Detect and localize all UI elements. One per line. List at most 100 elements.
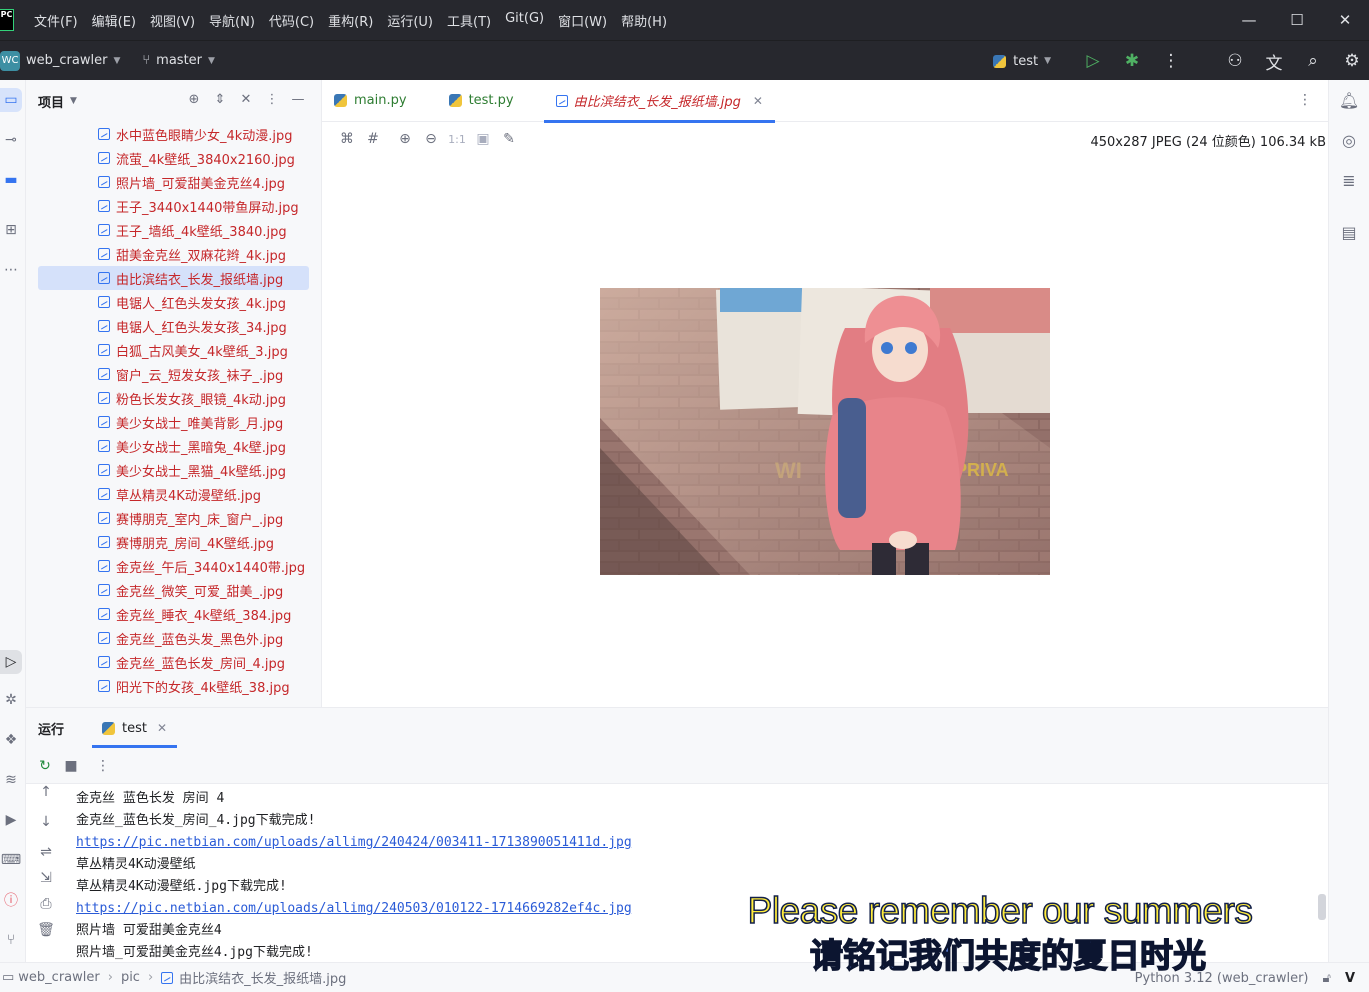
translate-icon[interactable]: 文	[1257, 44, 1291, 78]
menu-navigate[interactable]: 导航(N)	[209, 11, 255, 30]
zoom-in-icon[interactable]: ⊕	[392, 131, 418, 147]
chevron-down-icon[interactable]: ▼	[113, 56, 120, 66]
file-item[interactable]: 电锯人_红色头发女孩_34.jpg	[26, 314, 316, 338]
print-icon[interactable]: ⎙	[26, 896, 66, 922]
vcs-icon[interactable]: V	[1345, 971, 1355, 986]
project-selector[interactable]: web_crawler	[26, 53, 107, 68]
collapse-all-icon[interactable]: ✕	[233, 92, 259, 107]
file-item[interactable]: 赛博朋克_室内_床_窗户_.jpg	[26, 506, 316, 530]
services-icon[interactable]: ▶	[0, 808, 22, 832]
layers-icon[interactable]: ≋	[0, 768, 22, 792]
breadcrumb-folder[interactable]: pic	[121, 970, 140, 985]
expand-all-icon[interactable]: ⇕	[207, 92, 233, 107]
stop-icon[interactable]: ■	[58, 758, 84, 774]
run-icon[interactable]: ▷	[1076, 44, 1110, 78]
interpreter-selector[interactable]: Python 3.12 (web_crawler)	[1135, 971, 1309, 986]
soft-wrap-icon[interactable]: ⇌	[26, 844, 66, 870]
menu-help[interactable]: 帮助(H)	[621, 11, 667, 30]
menu-run[interactable]: 运行(U)	[387, 11, 433, 30]
color-picker-icon[interactable]: ✎	[496, 131, 522, 147]
read-only-lock-icon[interactable]: 🔓︎	[1323, 971, 1331, 986]
actual-size-button[interactable]: 1:1	[444, 133, 470, 146]
database-icon[interactable]: ≣	[1337, 168, 1361, 192]
hide-panel-icon[interactable]: —	[285, 92, 311, 107]
python-packages-icon[interactable]: ❖	[0, 728, 22, 752]
notifications-icon[interactable]: 🔔︎	[1337, 88, 1361, 112]
run-tab-test[interactable]: test ✕	[92, 708, 178, 748]
file-item[interactable]: 流萤_4k壁纸_3840x2160.jpg	[26, 146, 316, 170]
pycharm-logo[interactable]: PC	[0, 9, 14, 31]
file-item[interactable]: 美少女战士_黑猫_4k壁纸.jpg	[26, 458, 316, 482]
file-item[interactable]: 金克丝_午后_3440x1440带.jpg	[26, 554, 316, 578]
menu-refactor[interactable]: 重构(R)	[328, 11, 373, 30]
close-window-icon[interactable]: ✕	[1321, 0, 1369, 40]
run-tool-icon[interactable]: ▷	[0, 650, 22, 674]
file-item[interactable]: 窗户_云_短发女孩_袜子_.jpg	[26, 362, 316, 386]
menu-file[interactable]: 文件(F)	[34, 11, 78, 30]
file-item[interactable]: 金克丝_蓝色长发_房间_4.jpg	[26, 650, 316, 674]
zoom-out-icon[interactable]: ⊖	[418, 131, 444, 147]
menu-view[interactable]: 视图(V)	[150, 11, 195, 30]
breadcrumb-project[interactable]: web_crawler	[18, 970, 99, 985]
file-item[interactable]: 王子_墙纸_4k壁纸_3840.jpg	[26, 218, 316, 242]
close-tab-icon[interactable]: ✕	[753, 94, 763, 108]
clear-all-icon[interactable]: 🗑︎	[26, 922, 66, 948]
fit-zoom-icon[interactable]: ▣	[470, 131, 496, 147]
ai-assistant-icon[interactable]: ◎	[1337, 128, 1361, 152]
more-actions-icon[interactable]: ⋮	[1154, 44, 1188, 78]
run-options-icon[interactable]: ⋮	[90, 758, 116, 774]
rerun-icon[interactable]: ↻	[32, 758, 58, 774]
problems-icon[interactable]: ⓘ	[0, 888, 22, 912]
file-item[interactable]: 阳光下的女孩_4k壁纸_38.jpg	[26, 674, 316, 698]
add-user-icon[interactable]: ⚇	[1218, 44, 1252, 78]
project-folder-icon[interactable]: ▭	[0, 88, 22, 112]
maximize-icon[interactable]: ☐	[1273, 0, 1321, 40]
settings-gear-icon[interactable]: ⚙	[1335, 44, 1369, 78]
scroll-up-icon[interactable]: ↑	[26, 784, 66, 810]
file-item[interactable]: 甜美金克丝_双麻花辫_4k.jpg	[26, 242, 316, 266]
menu-code[interactable]: 代码(C)	[269, 11, 314, 30]
file-item[interactable]: 水中蓝色眼睛少女_4k动漫.jpg	[26, 122, 316, 146]
panel-options-icon[interactable]: ⋮	[259, 92, 285, 107]
breadcrumb-file[interactable]: 由比滨结衣_长发_报纸墙.jpg	[179, 968, 346, 987]
file-item[interactable]: 王子_3440x1440带鱼屏动.jpg	[26, 194, 316, 218]
tab-options-icon[interactable]: ⋮	[1298, 92, 1312, 108]
search-icon[interactable]: ⌕	[1296, 44, 1330, 78]
git-icon[interactable]: ⑂	[0, 928, 22, 952]
menu-edit[interactable]: 编辑(E)	[92, 11, 136, 30]
close-run-tab-icon[interactable]: ✕	[157, 721, 167, 735]
debug-icon[interactable]: ✱	[1115, 44, 1149, 78]
minimize-icon[interactable]: —	[1225, 0, 1273, 40]
grid-icon[interactable]: #	[360, 131, 386, 147]
file-item[interactable]: 草丛精灵4K动漫壁纸.jpg	[26, 482, 316, 506]
console-link[interactable]: https://pic.netbian.com/uploads/allimg/2…	[76, 832, 1306, 854]
fit-window-icon[interactable]: ⌘	[334, 131, 360, 147]
file-item[interactable]: 美少女战士_唯美背影_月.jpg	[26, 410, 316, 434]
debug-tool-icon[interactable]: ✲	[0, 688, 22, 712]
file-item[interactable]: 电锯人_红色头发女孩_4k.jpg	[26, 290, 316, 314]
file-item[interactable]: 赛博朋克_房间_4K壁纸.jpg	[26, 530, 316, 554]
file-item-selected[interactable]: 由比滨结衣_长发_报纸墙.jpg	[38, 266, 309, 290]
scroll-to-end-icon[interactable]: ⇲	[26, 870, 66, 896]
chevron-down-icon[interactable]: ▼	[208, 56, 215, 66]
console-link[interactable]: https://pic.netbian.com/uploads/allimg/2…	[76, 898, 1306, 920]
menu-git[interactable]: Git(G)	[505, 11, 544, 30]
menu-tools[interactable]: 工具(T)	[447, 11, 491, 30]
commit-icon[interactable]: ⊸	[0, 128, 22, 152]
pull-requests-icon[interactable]: ▬	[0, 168, 22, 192]
tab-test-py[interactable]: test.py	[437, 80, 526, 122]
project-panel-title[interactable]: 项目	[38, 92, 64, 111]
file-item[interactable]: 金克丝_睡衣_4k壁纸_384.jpg	[26, 602, 316, 626]
file-item[interactable]: 照片墙_可爱甜美金克丝4.jpg	[26, 170, 316, 194]
file-item[interactable]: 金克丝_微笑_可爱_甜美_.jpg	[26, 578, 316, 602]
file-item[interactable]: 白狐_古风美女_4k壁纸_3.jpg	[26, 338, 316, 362]
file-item[interactable]: 粉色长发女孩_眼镜_4k动.jpg	[26, 386, 316, 410]
project-badge[interactable]: WC	[0, 50, 20, 71]
sciview-icon[interactable]: ▤	[1337, 220, 1361, 244]
tab-main-py[interactable]: main.py	[322, 80, 419, 122]
console-scrollbar[interactable]	[1318, 894, 1326, 920]
structure-icon[interactable]: ⊞	[0, 218, 22, 242]
scroll-down-icon[interactable]: ↓	[26, 814, 66, 840]
file-item[interactable]: 金克丝_蓝色头发_黑色外.jpg	[26, 626, 316, 650]
branch-selector[interactable]: master	[156, 53, 202, 68]
